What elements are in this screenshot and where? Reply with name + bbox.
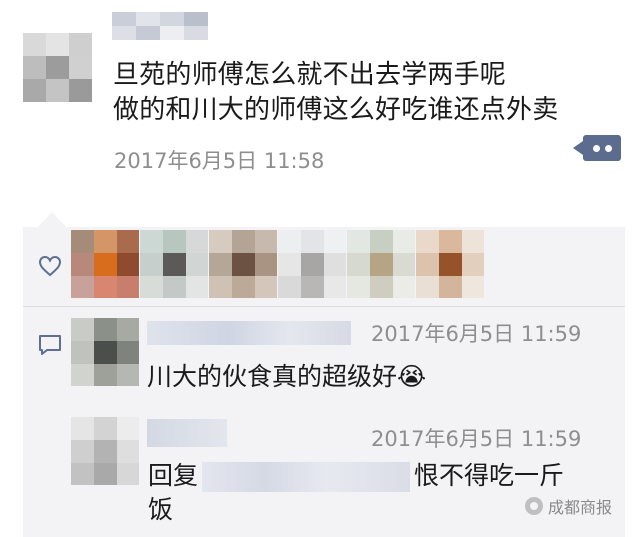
post-text-line-1: 旦苑的师傅怎么就不出去学两手呢 bbox=[113, 60, 507, 90]
like-avatar[interactable] bbox=[140, 230, 208, 298]
watermark-logo-icon bbox=[525, 497, 543, 515]
reply-label: 回复 bbox=[148, 461, 199, 490]
post-text: 旦苑的师傅怎么就不出去学两手呢 做的和川大的师傅这么好吃谁还点外卖 bbox=[113, 58, 558, 128]
ellipsis-icon bbox=[605, 145, 612, 152]
panel-notch bbox=[38, 212, 66, 227]
like-avatar[interactable] bbox=[416, 230, 484, 298]
comment-text[interactable]: 川大的伙食真的超级好😭 bbox=[147, 360, 426, 394]
post-timestamp: 2017年6月5日 11:58 bbox=[114, 149, 325, 173]
commenter-name[interactable] bbox=[147, 419, 227, 447]
comment-timestamp: 2017年6月5日 11:59 bbox=[371, 427, 582, 451]
commenter-name[interactable] bbox=[147, 321, 351, 345]
more-options-button[interactable] bbox=[573, 135, 621, 161]
comment-icon bbox=[39, 335, 61, 355]
heart-icon bbox=[38, 255, 62, 277]
like-avatar[interactable] bbox=[209, 230, 277, 298]
post-author-avatar[interactable] bbox=[23, 33, 92, 102]
watermark: 成都商报 bbox=[525, 494, 612, 518]
like-avatar[interactable] bbox=[278, 230, 346, 298]
watermark-text: 成都商报 bbox=[548, 498, 613, 517]
like-avatar[interactable] bbox=[71, 230, 139, 298]
moments-screen: { "post": { "text_line1": "旦苑的师傅怎么就不出去学两… bbox=[0, 0, 640, 537]
comment-text-part: 恨不得吃一斤 bbox=[414, 461, 565, 490]
commenter-avatar[interactable] bbox=[71, 318, 139, 386]
post-text-line-2: 做的和川大的师傅这么好吃谁还点外卖 bbox=[113, 95, 559, 125]
likes-divider bbox=[23, 306, 625, 307]
comment-text[interactable]: 回复 恨不得吃一斤 饭 bbox=[148, 459, 564, 527]
post-author-name[interactable] bbox=[112, 12, 232, 40]
like-avatar[interactable] bbox=[347, 230, 415, 298]
comment-text-line-2: 饭 bbox=[148, 495, 174, 524]
commenter-avatar[interactable] bbox=[71, 417, 139, 485]
reply-target-name[interactable] bbox=[202, 462, 411, 492]
comment-timestamp: 2017年6月5日 11:59 bbox=[371, 322, 582, 346]
ellipsis-icon bbox=[593, 145, 600, 152]
